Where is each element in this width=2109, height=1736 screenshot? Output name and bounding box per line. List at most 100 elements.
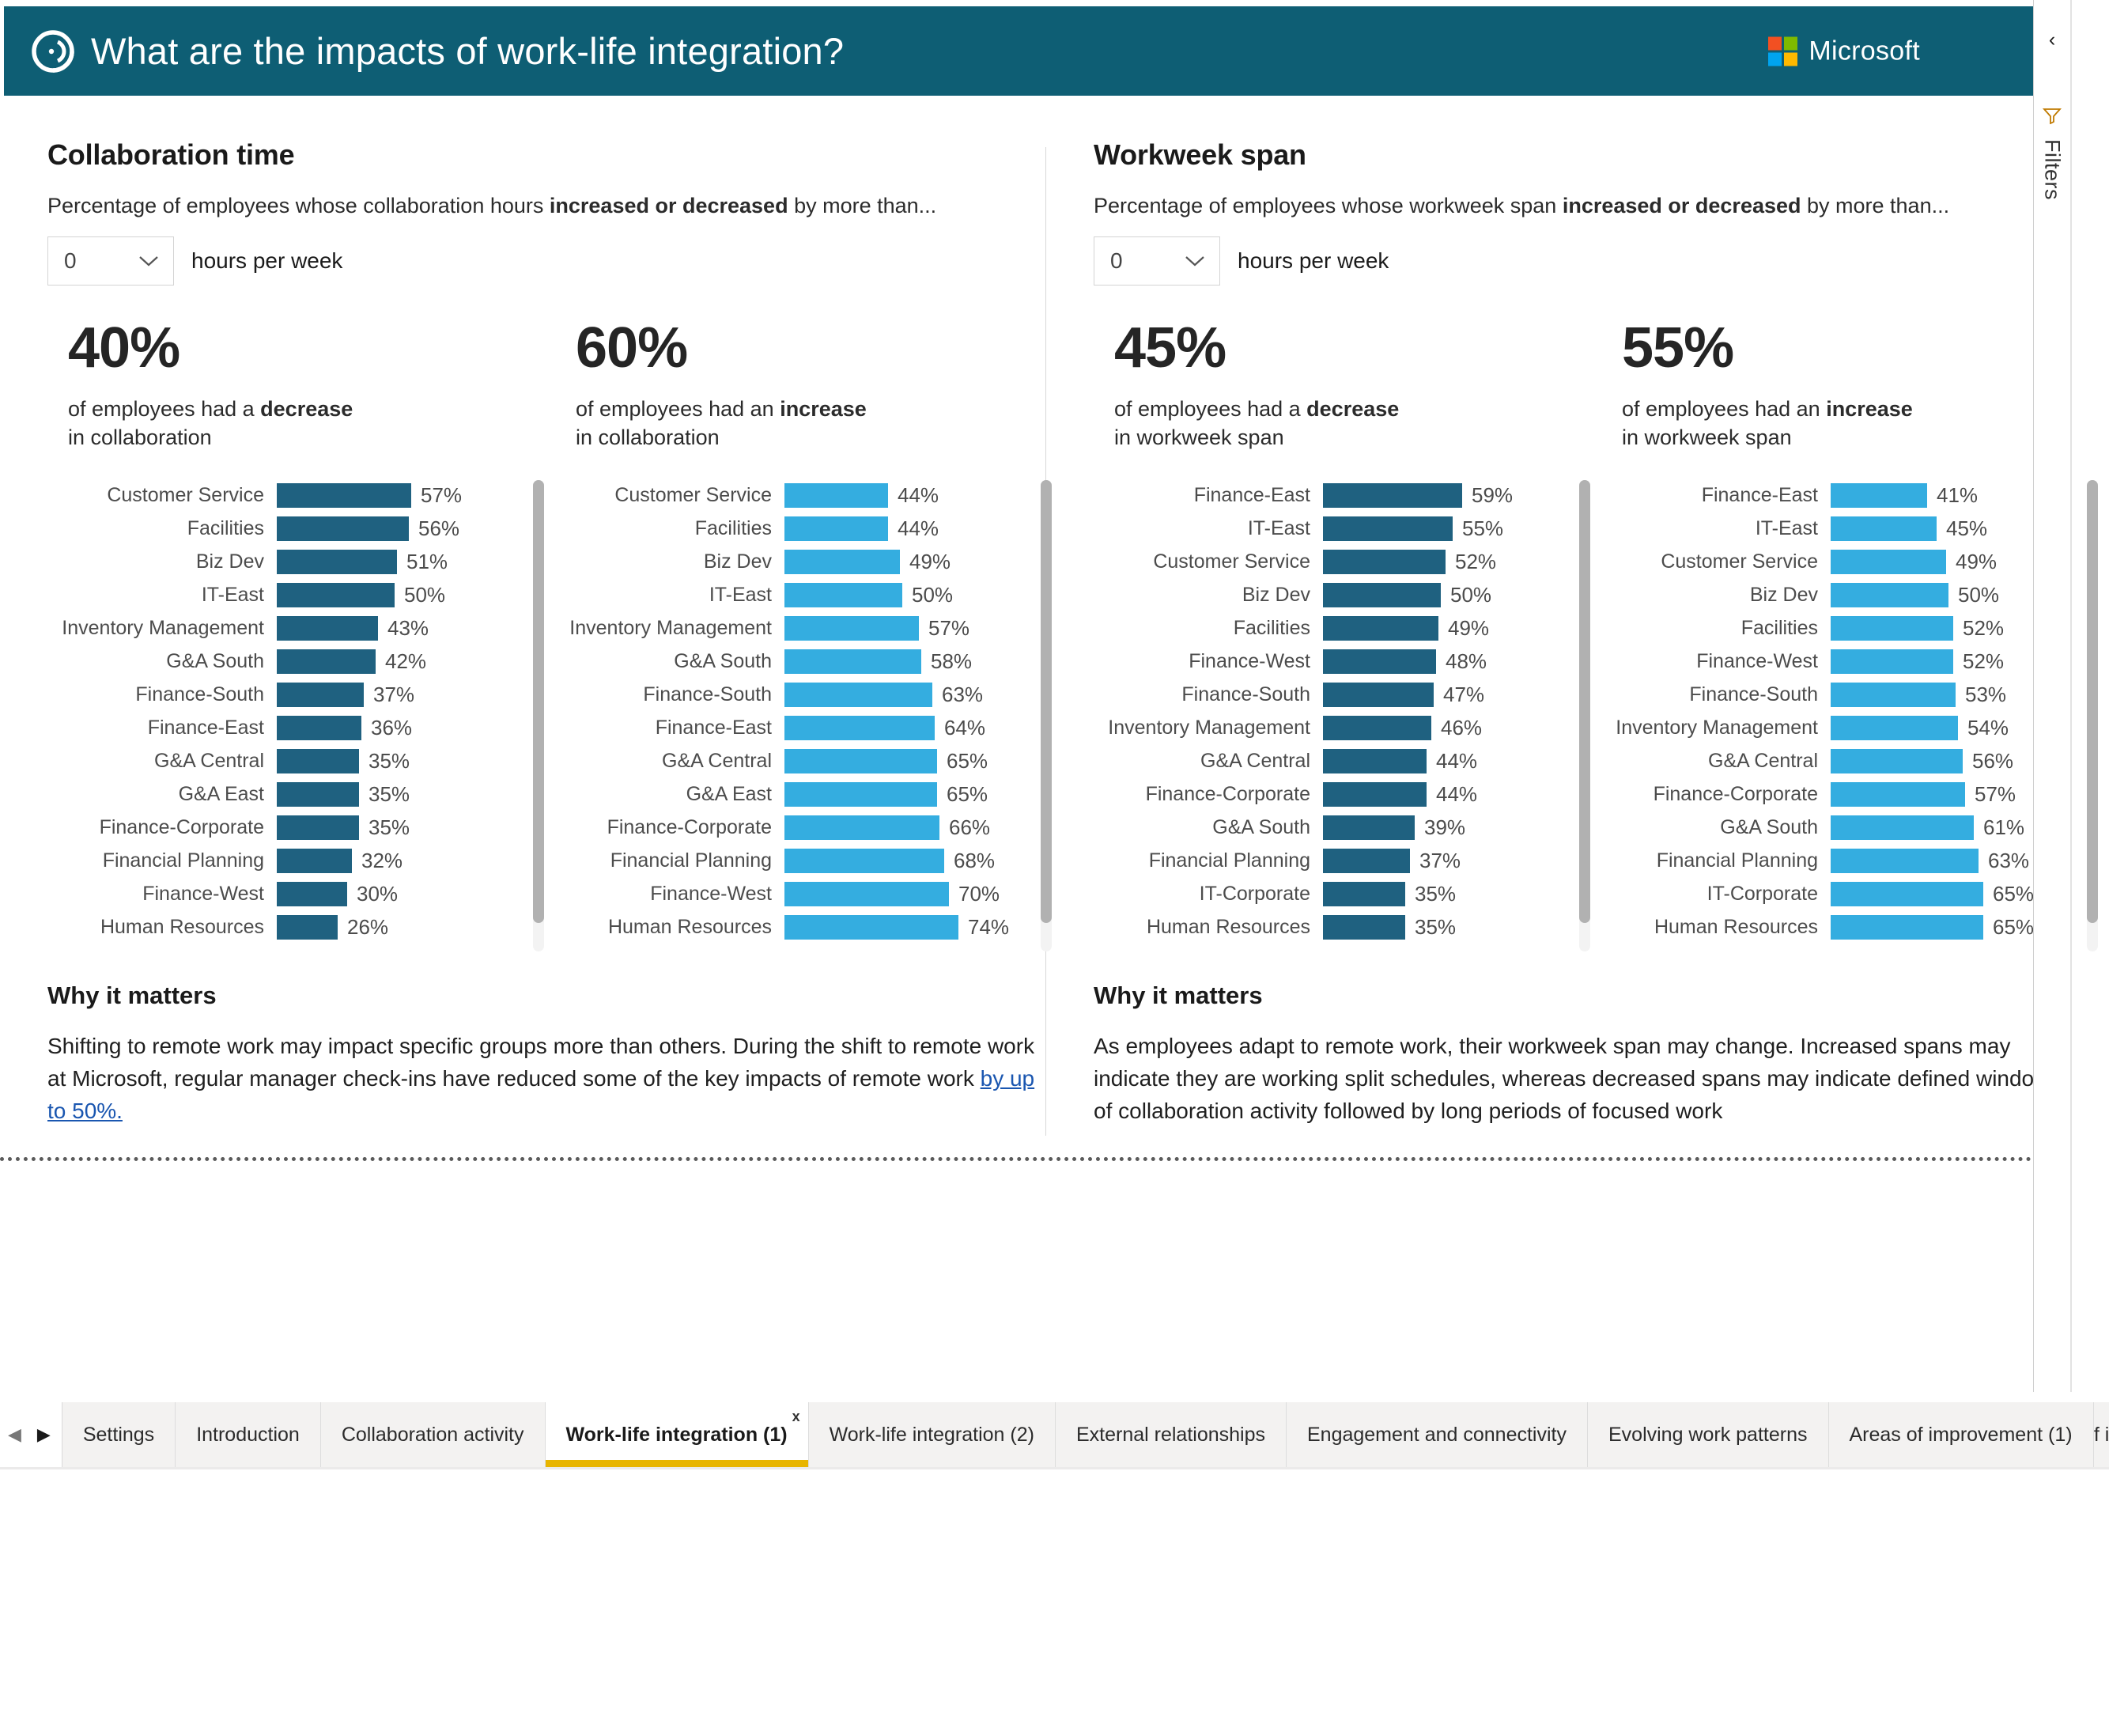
bar[interactable] [1831,516,1937,541]
bar[interactable] [277,914,338,940]
bar[interactable] [1831,815,1974,840]
bar[interactable] [784,781,937,807]
bar[interactable] [1831,615,1953,641]
bar[interactable] [784,848,944,873]
chart-scrollbar-thumb[interactable] [2087,480,2098,924]
chart-scrollbar-thumb[interactable] [1579,480,1590,924]
tab-settings[interactable]: Settings [62,1402,176,1467]
chart-scrollbar[interactable] [1579,480,1590,952]
bar[interactable] [277,815,359,840]
bar[interactable] [1831,848,1979,873]
bar[interactable] [1323,914,1405,940]
bar[interactable] [277,582,395,607]
bar-chart-row[interactable]: Finance-East 64% [555,711,1063,744]
bar-chart-row[interactable]: G&A South 42% [47,645,555,678]
bar-chart-row[interactable]: Finance-West 48% [1094,645,1601,678]
tab-introduction[interactable]: Introduction [176,1402,321,1467]
bar[interactable] [1323,815,1415,840]
tab-nav-next-icon[interactable]: ▶ [37,1426,51,1443]
bar-chart-row[interactable]: IT-East 55% [1094,512,1601,545]
tab-areas-of-improvement-1[interactable]: Areas of improvement (1) [1828,1402,2094,1467]
bar[interactable] [784,482,888,508]
bar[interactable] [1831,649,1953,674]
bar[interactable] [1323,649,1436,674]
bar[interactable] [1831,748,1963,773]
bar[interactable] [277,748,359,773]
bar-chart-row[interactable]: Finance-Corporate 35% [47,811,555,844]
bar[interactable] [1831,914,1983,940]
bar[interactable] [784,914,958,940]
bar-chart-row[interactable]: Biz Dev 49% [555,545,1063,578]
bar[interactable] [1831,781,1965,807]
tab-close-icon[interactable]: x [792,1409,800,1424]
tab-work-life-integration-1[interactable]: Work-life integration (1) x [545,1402,809,1467]
bar-chart-row[interactable]: G&A East 65% [555,777,1063,811]
bar-chart-row[interactable]: Biz Dev 51% [47,545,555,578]
bar-chart-row[interactable]: Finance-South 47% [1094,678,1601,711]
bar[interactable] [784,516,888,541]
bar[interactable] [277,482,411,508]
bar-chart-row[interactable]: G&A Central 44% [1094,744,1601,777]
bar[interactable] [1323,482,1462,508]
bar[interactable] [277,615,378,641]
bar-chart-row[interactable]: G&A Central 65% [555,744,1063,777]
bar[interactable] [1323,748,1427,773]
bar[interactable] [1323,516,1453,541]
bar-chart-row[interactable]: Financial Planning 32% [47,844,555,877]
chart-scrollbar-thumb[interactable] [533,480,544,924]
bar-chart-row[interactable]: Finance-Corporate 66% [555,811,1063,844]
bar-chart-row[interactable]: G&A South 58% [555,645,1063,678]
collaboration-hours-dropdown[interactable]: 0 [47,236,174,286]
chart-scrollbar[interactable] [533,480,544,952]
bar-chart-row[interactable]: G&A East 35% [47,777,555,811]
bar[interactable] [277,649,376,674]
bar[interactable] [1323,549,1446,574]
bar-chart-row[interactable]: Inventory Management 57% [555,611,1063,645]
bar-chart-row[interactable]: Human Resources 74% [555,910,1063,944]
bar-chart-row[interactable]: Finance-East 36% [47,711,555,744]
bar-chart-row[interactable]: Facilities 56% [47,512,555,545]
bar-chart-row[interactable]: Inventory Management 43% [47,611,555,645]
bar-chart-row[interactable]: Inventory Management 46% [1094,711,1601,744]
bar[interactable] [784,549,900,574]
bar[interactable] [784,715,935,740]
bar-chart-row[interactable]: IT-East 50% [555,578,1063,611]
funnel-icon[interactable] [2042,107,2062,128]
bar-chart-row[interactable]: Customer Service 44% [555,478,1063,512]
bar-chart-row[interactable]: Finance-South 63% [555,678,1063,711]
bar[interactable] [1323,848,1410,873]
workweek-hours-dropdown[interactable]: 0 [1094,236,1220,286]
tab-nav-prev-icon[interactable]: ◀ [8,1426,21,1443]
bar-chart-row[interactable]: Customer Service 57% [47,478,555,512]
bar-chart-row[interactable]: Biz Dev 50% [1094,578,1601,611]
bar-chart-row[interactable]: G&A Central 35% [47,744,555,777]
bar[interactable] [1831,715,1958,740]
bar[interactable] [277,516,409,541]
bar[interactable] [277,549,397,574]
bar-chart-row[interactable]: Facilities 49% [1094,611,1601,645]
bar[interactable] [277,881,347,906]
bar[interactable] [784,815,939,840]
tab-collaboration-activity[interactable]: Collaboration activity [320,1402,546,1467]
bar-chart-row[interactable]: Finance-West 70% [555,877,1063,910]
bar[interactable] [277,715,361,740]
bar-chart-row[interactable]: Finance-East 59% [1094,478,1601,512]
bar[interactable] [1831,682,1956,707]
tab-evolving-work-patterns[interactable]: Evolving work patterns [1587,1402,1829,1467]
bar-chart-row[interactable]: Human Resources 35% [1094,910,1601,944]
bar-chart-row[interactable]: IT-Corporate 35% [1094,877,1601,910]
bar[interactable] [1323,881,1405,906]
bar[interactable] [1831,549,1946,574]
bar-chart-row[interactable]: Facilities 44% [555,512,1063,545]
bar[interactable] [277,682,364,707]
bar-chart-row[interactable]: Finance-Corporate 44% [1094,777,1601,811]
bar-chart-row[interactable]: Customer Service 52% [1094,545,1601,578]
bar[interactable] [784,748,937,773]
bar[interactable] [1323,715,1431,740]
bar[interactable] [1831,482,1927,508]
expand-filters-chevron-left-icon[interactable]: ‹ [2049,30,2055,50]
bar-chart-row[interactable]: IT-East 50% [47,578,555,611]
bar-chart-row[interactable]: Finance-South 37% [47,678,555,711]
bar[interactable] [784,615,919,641]
chart-scrollbar[interactable] [1041,480,1052,952]
